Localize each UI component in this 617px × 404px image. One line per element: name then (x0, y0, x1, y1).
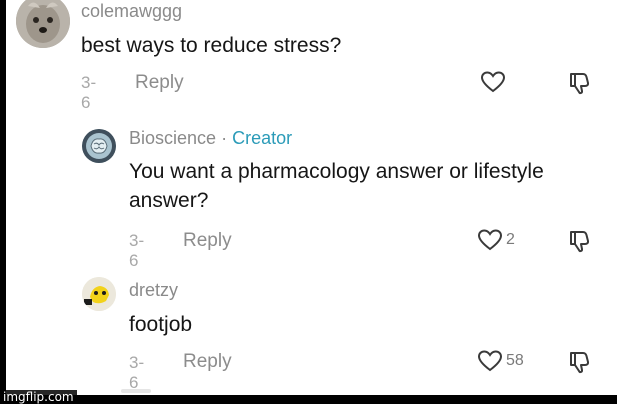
heart-icon (477, 229, 503, 251)
comment-date: 3-6 (129, 231, 145, 270)
yellow-character-avatar (82, 277, 116, 311)
imgflip-watermark: imgflip.com (0, 390, 77, 404)
username[interactable]: Bioscience (129, 128, 216, 148)
avatar[interactable] (16, 0, 70, 48)
creator-badge: Creator (232, 128, 293, 148)
thumbs-down-icon (570, 231, 590, 253)
thumbs-down-icon (570, 352, 590, 374)
reply-button[interactable]: Reply (135, 72, 184, 94)
dog-avatar-image (16, 0, 70, 48)
heart-icon (480, 71, 506, 93)
comment-thread: colemawggg best ways to reduce stress? 3… (6, 0, 617, 395)
avatar[interactable] (82, 277, 116, 311)
comment-date: 3-6 (81, 73, 97, 112)
creator-username-line: Bioscience · Creator (129, 128, 292, 149)
comment-text: best ways to reduce stress? (81, 34, 342, 57)
like-count: 2 (506, 231, 515, 248)
thumbs-down-icon (570, 73, 590, 95)
username[interactable]: colemawggg (81, 1, 182, 22)
dislike-button[interactable] (567, 70, 593, 101)
like-button[interactable]: 2 (477, 228, 515, 252)
comment-date: 3-6 (129, 353, 145, 392)
separator-dot: · (221, 128, 228, 148)
dislike-button[interactable] (567, 349, 593, 380)
comment-text: footjob (129, 313, 193, 336)
username[interactable]: dretzy (129, 280, 178, 301)
avatar[interactable] (82, 129, 116, 163)
reply-button[interactable]: Reply (183, 351, 232, 373)
heart-icon (477, 350, 503, 372)
next-comment-edge (121, 389, 151, 393)
reply-button[interactable]: Reply (183, 230, 232, 252)
brain-logo-avatar (82, 129, 116, 163)
like-button[interactable] (480, 70, 506, 94)
like-button[interactable]: 58 (477, 349, 524, 373)
like-count: 58 (506, 352, 524, 369)
dislike-button[interactable] (567, 228, 593, 259)
comment-text: You want a pharmacology answer or lifest… (129, 160, 544, 212)
